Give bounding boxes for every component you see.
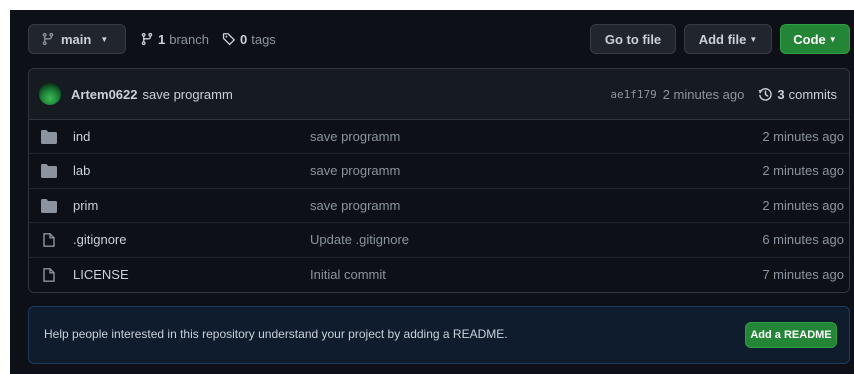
- code-label: Code: [793, 31, 826, 47]
- commit-age: 2 minutes ago: [662, 87, 745, 102]
- caret-down-icon: ▼: [100, 34, 109, 44]
- go-to-file-button[interactable]: Go to file: [590, 24, 676, 54]
- commit-sha[interactable]: ae1f179: [610, 88, 656, 101]
- tag-icon: [222, 33, 236, 46]
- file-commit-message[interactable]: save programm: [310, 198, 400, 213]
- file-icon: [43, 233, 55, 248]
- commit-author[interactable]: Artem0622: [71, 87, 138, 102]
- caret-down-icon: ▼: [828, 34, 837, 44]
- file-age: 7 minutes ago: [762, 266, 844, 282]
- table-row: .gitignore Update .gitignore 6 minutes a…: [29, 223, 849, 258]
- tag-count: 0: [240, 31, 248, 47]
- file-age: 2 minutes ago: [762, 163, 844, 179]
- file-commit-message[interactable]: Initial commit: [310, 267, 386, 282]
- branch-select-button[interactable]: main ▼: [28, 24, 126, 54]
- avatar[interactable]: [39, 83, 61, 105]
- branch-name: main: [61, 31, 92, 47]
- folder-icon: [41, 130, 57, 144]
- file-commit-message[interactable]: save programm: [310, 163, 400, 178]
- history-icon: [758, 88, 773, 101]
- table-row: LICENSE Initial commit 7 minutes ago: [29, 258, 849, 292]
- readme-prompt-text: Help people interested in this repositor…: [44, 327, 508, 341]
- file-age: 2 minutes ago: [762, 197, 844, 213]
- file-commit-message[interactable]: save programm: [310, 129, 400, 144]
- folder-icon: [41, 164, 57, 179]
- branch-word: branch: [169, 31, 209, 47]
- file-name[interactable]: .gitignore: [73, 232, 126, 247]
- table-row: lab save programm 2 minutes ago: [29, 154, 849, 189]
- file-age: 6 minutes ago: [762, 232, 844, 248]
- tags-link[interactable]: 0 tags: [222, 24, 276, 54]
- file-commit-message[interactable]: Update .gitignore: [310, 232, 409, 247]
- file-list: Artem0622 save programm ae1f179 2 minute…: [28, 68, 850, 293]
- commit-message[interactable]: save programm: [143, 87, 233, 102]
- add-file-label: Add file: [698, 31, 747, 47]
- file-name[interactable]: lab: [73, 163, 90, 178]
- branches-link[interactable]: 1 branch: [140, 24, 209, 54]
- file-age: 2 minutes ago: [762, 129, 844, 144]
- table-row: ind save programm 2 minutes ago: [29, 120, 849, 155]
- commits-word: commits: [788, 87, 837, 102]
- commit-meta: ae1f179 2 minutes ago 3 commits: [610, 69, 837, 120]
- caret-down-icon: ▼: [749, 34, 758, 44]
- repo-toolbar: main ▼ 1 branch 0 tags Go to file Add fi…: [28, 24, 854, 56]
- tag-word: tags: [251, 31, 276, 47]
- latest-commit-bar: Artem0622 save programm ae1f179 2 minute…: [29, 69, 849, 120]
- add-readme-button[interactable]: Add a README: [745, 322, 837, 348]
- add-file-button[interactable]: Add file ▼: [684, 24, 772, 54]
- code-button[interactable]: Code ▼: [780, 24, 850, 54]
- commits-link[interactable]: 3 commits: [758, 87, 837, 102]
- folder-icon: [41, 198, 57, 213]
- file-name[interactable]: LICENSE: [73, 267, 129, 282]
- table-row: prim save programm 2 minutes ago: [29, 189, 849, 224]
- git-branch-icon: [42, 32, 54, 46]
- file-icon: [43, 267, 55, 282]
- branch-count: 1: [158, 31, 166, 47]
- readme-banner: Help people interested in this repositor…: [28, 306, 850, 364]
- git-branch-icon: [141, 32, 153, 46]
- repo-frame: main ▼ 1 branch 0 tags Go to file Add fi…: [10, 10, 854, 374]
- file-name[interactable]: ind: [73, 129, 90, 144]
- file-name[interactable]: prim: [73, 198, 98, 213]
- commits-count: 3: [777, 87, 785, 102]
